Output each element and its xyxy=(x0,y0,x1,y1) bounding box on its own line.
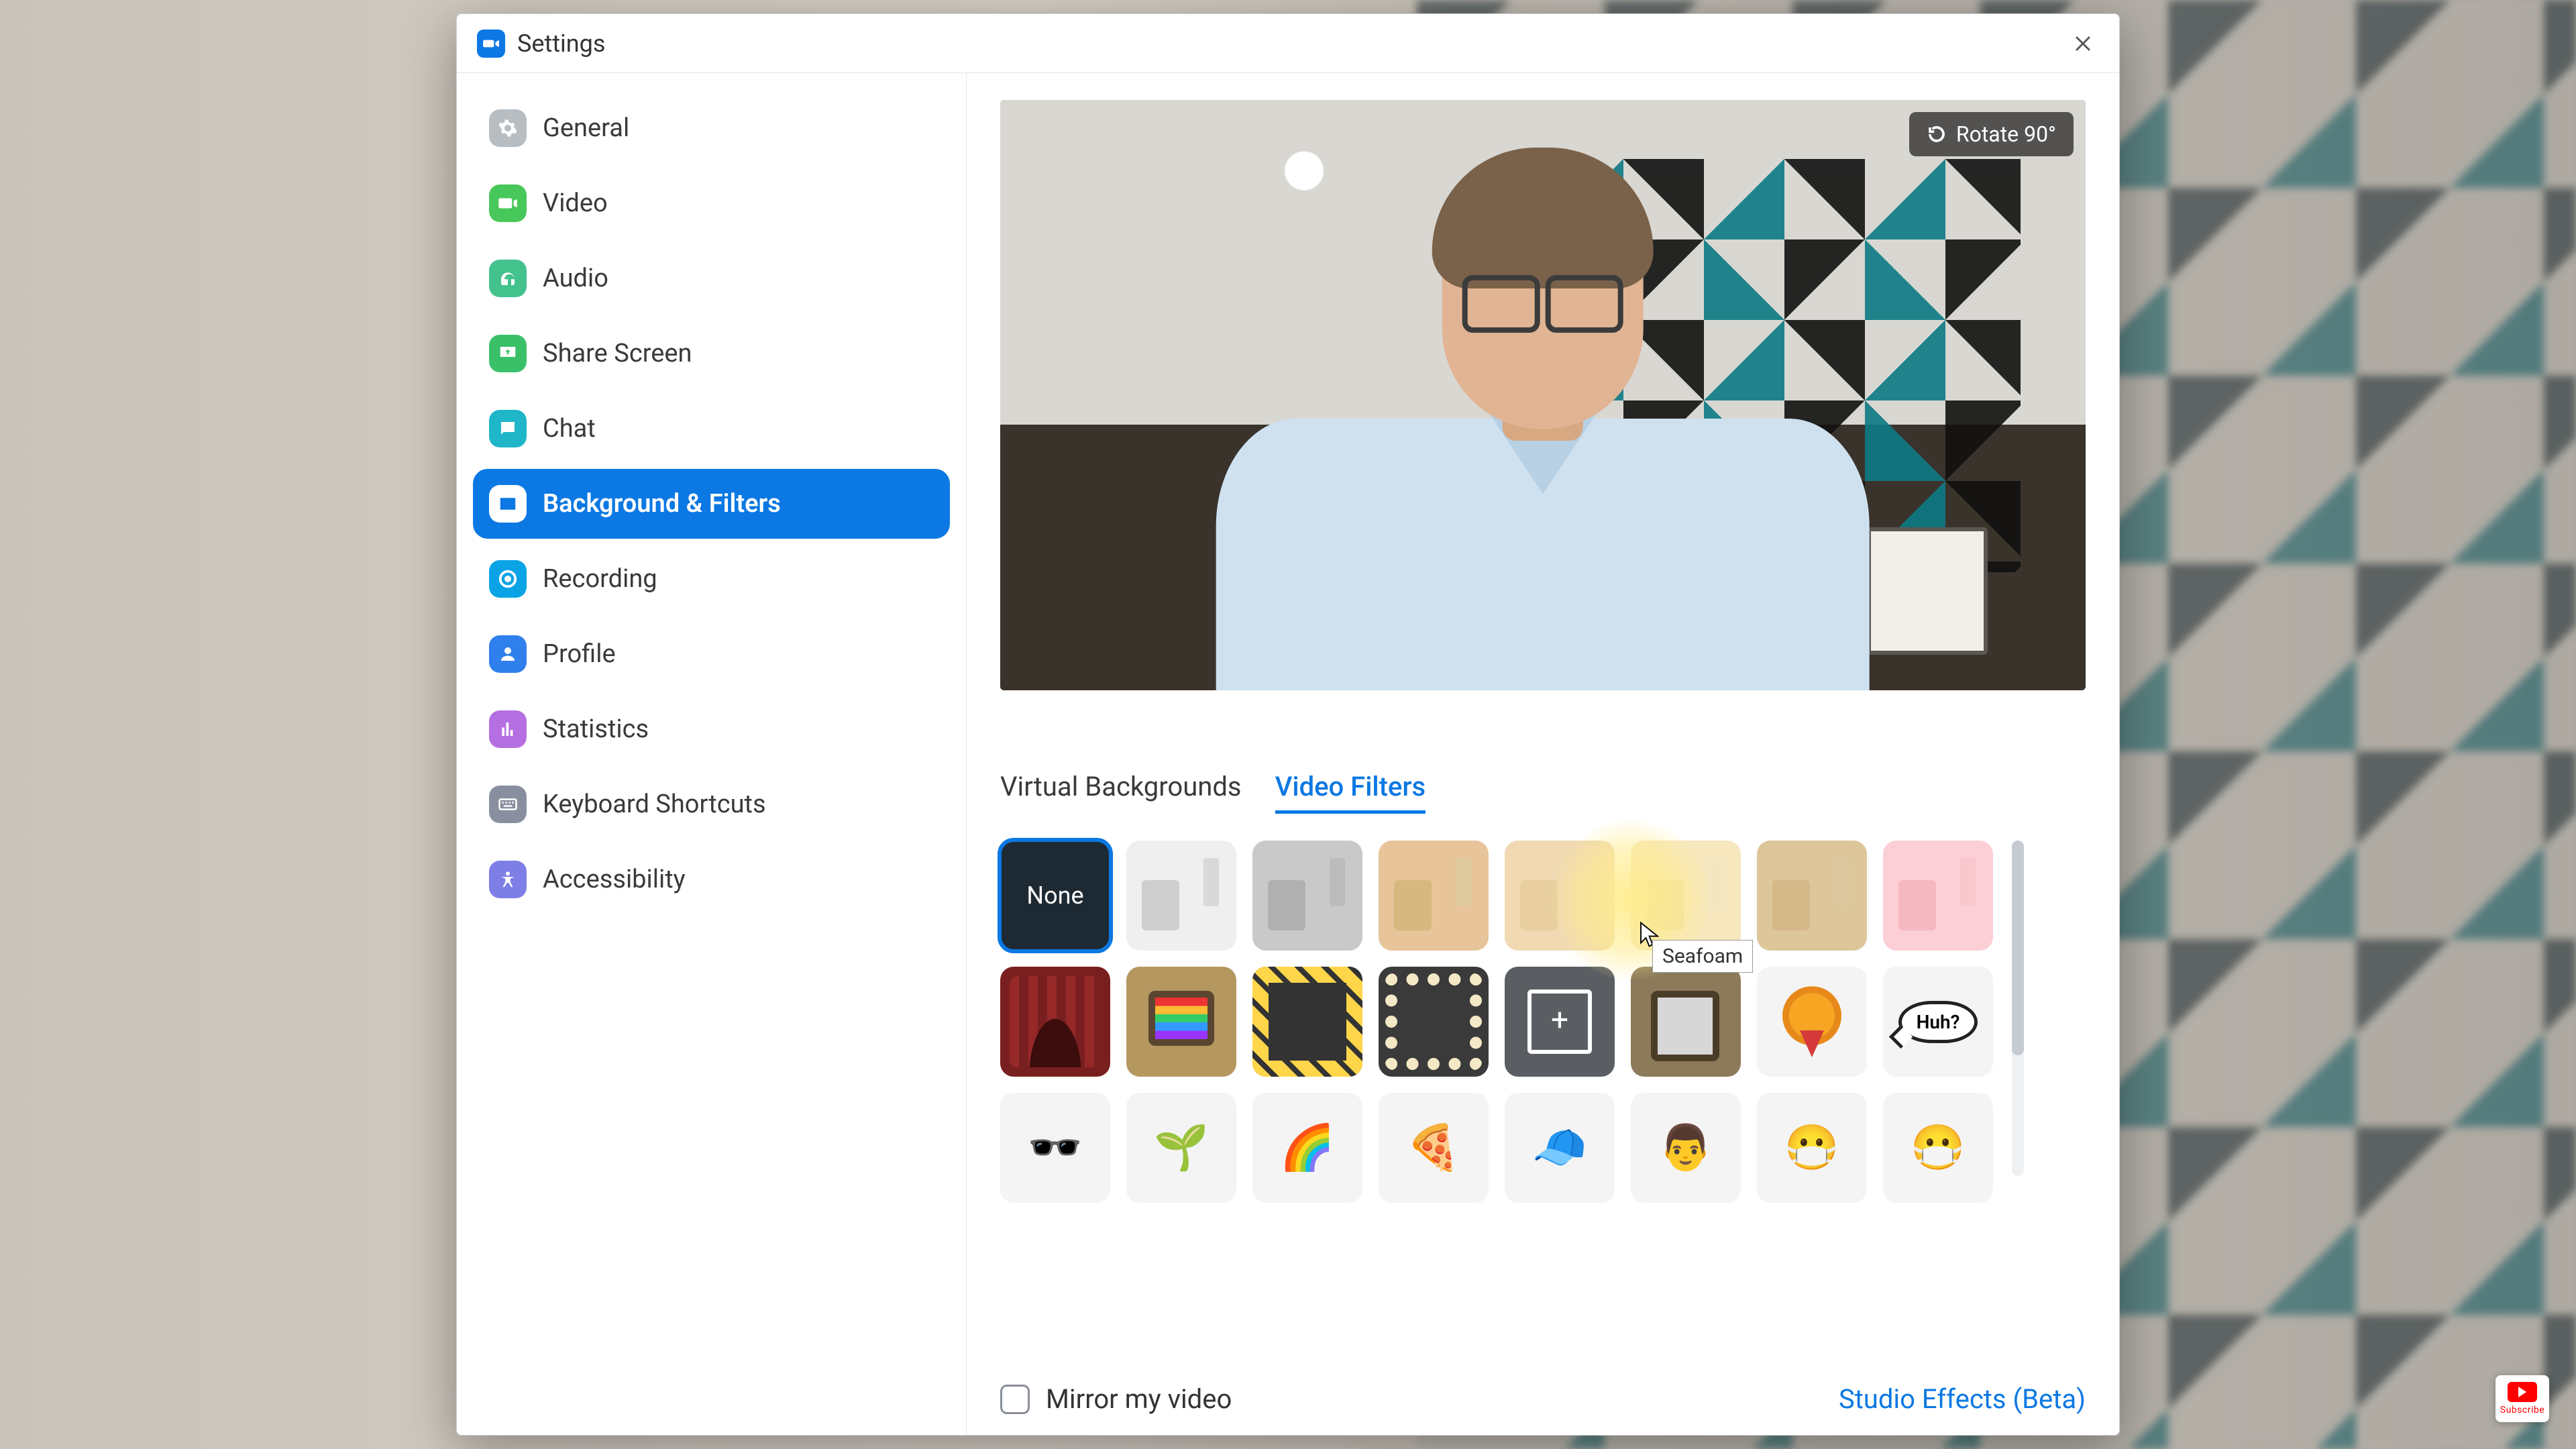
rotate-label: Rotate 90° xyxy=(1956,121,2056,147)
headphones-icon xyxy=(489,260,527,297)
sidebar-item-label: Audio xyxy=(543,264,608,293)
accessibility-icon xyxy=(489,861,527,898)
mirror-video-checkbox[interactable]: Mirror my video xyxy=(1000,1383,1232,1415)
statistics-icon xyxy=(489,710,527,748)
tab-video-filters[interactable]: Video Filters xyxy=(1275,771,1426,814)
sidebar-item-label: Chat xyxy=(543,414,596,443)
sidebar-item-accessibility[interactable]: Accessibility xyxy=(473,845,950,914)
body: General Video Audio Share Screen Chat Ba… xyxy=(457,73,2119,1435)
window-title: Settings xyxy=(517,30,605,58)
sidebar-item-label: Profile xyxy=(543,639,616,669)
filter-none[interactable]: None xyxy=(1000,841,1110,951)
sidebar-item-chat[interactable]: Chat xyxy=(473,394,950,464)
sidebar-item-statistics[interactable]: Statistics xyxy=(473,694,950,764)
filter-rose[interactable] xyxy=(1883,841,1993,951)
filter-area: None xyxy=(1000,841,2086,1203)
keyboard-icon xyxy=(489,786,527,823)
filter-theater[interactable] xyxy=(1000,967,1110,1077)
rotate-90-button[interactable]: Rotate 90° xyxy=(1909,112,2074,156)
filter-pizza[interactable]: 🍕 xyxy=(1379,1093,1489,1203)
recording-icon xyxy=(489,560,527,598)
background-filters-icon xyxy=(489,485,527,523)
tab-virtual-backgrounds[interactable]: Virtual Backgrounds xyxy=(1000,771,1242,814)
sidebar-item-background-filters[interactable]: Background & Filters xyxy=(473,469,950,539)
filter-focus-frame[interactable] xyxy=(1505,967,1615,1077)
filter-none-label: None xyxy=(1026,881,1083,910)
filter-award-ribbon[interactable] xyxy=(1757,967,1867,1077)
filter-retro-tv[interactable] xyxy=(1126,967,1236,1077)
filter-mask-white[interactable]: 😷 xyxy=(1757,1093,1867,1203)
titlebar-left: Settings xyxy=(477,30,605,58)
youtube-icon xyxy=(2508,1382,2537,1402)
profile-icon xyxy=(489,635,527,673)
footer-row: Mirror my video Studio Effects (Beta) xyxy=(1000,1356,2086,1415)
sidebar-item-label: Accessibility xyxy=(543,865,686,894)
filter-black-white[interactable] xyxy=(1126,841,1236,951)
filter-mask-blue[interactable]: 😷 xyxy=(1883,1093,1993,1203)
checkbox-box xyxy=(1000,1385,1030,1414)
filter-huh-bubble[interactable]: Huh? xyxy=(1883,967,1993,1077)
filter-sunglasses[interactable]: 🕶️ xyxy=(1000,1093,1110,1203)
filter-sprout[interactable]: 🌱 xyxy=(1126,1093,1236,1203)
filter-cap[interactable]: 🧢 xyxy=(1505,1093,1615,1203)
filter-moustache[interactable]: 👨 xyxy=(1631,1093,1741,1203)
studio-effects-link[interactable]: Studio Effects (Beta) xyxy=(1839,1383,2086,1415)
gear-icon xyxy=(489,109,527,147)
filter-peach[interactable] xyxy=(1505,841,1615,951)
filter-scrollbar[interactable] xyxy=(2012,841,2024,1176)
filter-old-tv[interactable] xyxy=(1631,967,1741,1077)
person-silhouette xyxy=(1163,147,1923,690)
filter-emoji-frame[interactable] xyxy=(1252,967,1362,1077)
sidebar-item-audio[interactable]: Audio xyxy=(473,244,950,313)
app-icon xyxy=(477,30,505,58)
filter-lights-frame[interactable] xyxy=(1379,967,1489,1077)
sidebar-item-general[interactable]: General xyxy=(473,93,950,163)
sidebar-item-keyboard-shortcuts[interactable]: Keyboard Shortcuts xyxy=(473,769,950,839)
content-area: Rotate 90° Virtual Backgrounds Video Fil… xyxy=(967,73,2119,1435)
chat-icon xyxy=(489,410,527,447)
filter-seafoam[interactable] xyxy=(1631,841,1741,951)
close-button[interactable] xyxy=(2067,28,2099,60)
filter-grid: None xyxy=(1000,841,1993,1203)
titlebar: Settings xyxy=(457,14,2119,73)
filter-rainbow[interactable]: 🌈 xyxy=(1252,1093,1362,1203)
sidebar-item-label: Share Screen xyxy=(543,339,692,368)
sidebar-item-label: General xyxy=(543,113,629,143)
sidebar-item-label: Statistics xyxy=(543,714,649,744)
filter-sepia[interactable] xyxy=(1379,841,1489,951)
sidebar-item-share-screen[interactable]: Share Screen xyxy=(473,319,950,388)
youtube-subscribe-badge[interactable]: Subscribe xyxy=(2496,1375,2549,1422)
video-icon xyxy=(489,184,527,222)
sidebar-item-video[interactable]: Video xyxy=(473,168,950,238)
filter-tabs: Virtual Backgrounds Video Filters xyxy=(1000,771,2086,814)
filter-warm[interactable] xyxy=(1757,841,1867,951)
mirror-video-label: Mirror my video xyxy=(1046,1383,1232,1415)
sidebar: General Video Audio Share Screen Chat Ba… xyxy=(457,73,967,1435)
filter-noir[interactable] xyxy=(1252,841,1362,951)
youtube-subscribe-text: Subscribe xyxy=(2500,1405,2544,1415)
sidebar-item-label: Recording xyxy=(543,564,657,594)
settings-window: Settings General Video Audio Share Scree… xyxy=(456,13,2120,1436)
sidebar-item-profile[interactable]: Profile xyxy=(473,619,950,689)
sidebar-item-label: Keyboard Shortcuts xyxy=(543,790,766,819)
huh-text: Huh? xyxy=(1898,1001,1978,1043)
share-screen-icon xyxy=(489,335,527,372)
video-preview: Rotate 90° xyxy=(1000,100,2086,690)
sidebar-item-recording[interactable]: Recording xyxy=(473,544,950,614)
sidebar-item-label: Video xyxy=(543,189,608,218)
sidebar-item-label: Background & Filters xyxy=(543,489,781,519)
